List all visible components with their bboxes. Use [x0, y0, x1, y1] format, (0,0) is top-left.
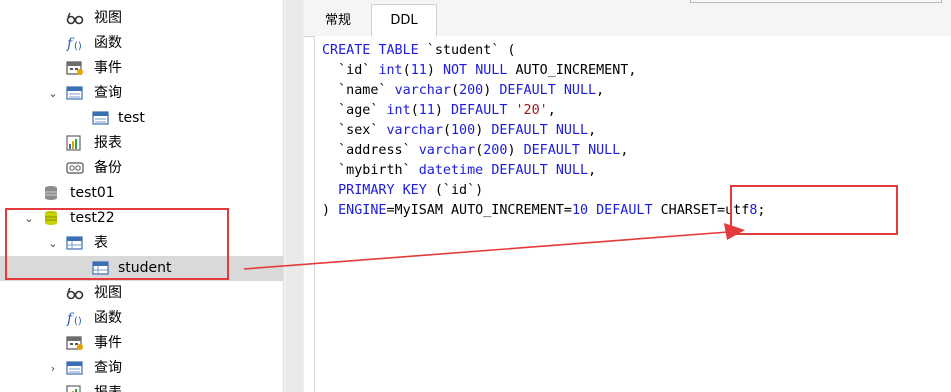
annotation-arrow	[243, 223, 745, 270]
tab-ddl[interactable]: DDL	[371, 4, 437, 37]
